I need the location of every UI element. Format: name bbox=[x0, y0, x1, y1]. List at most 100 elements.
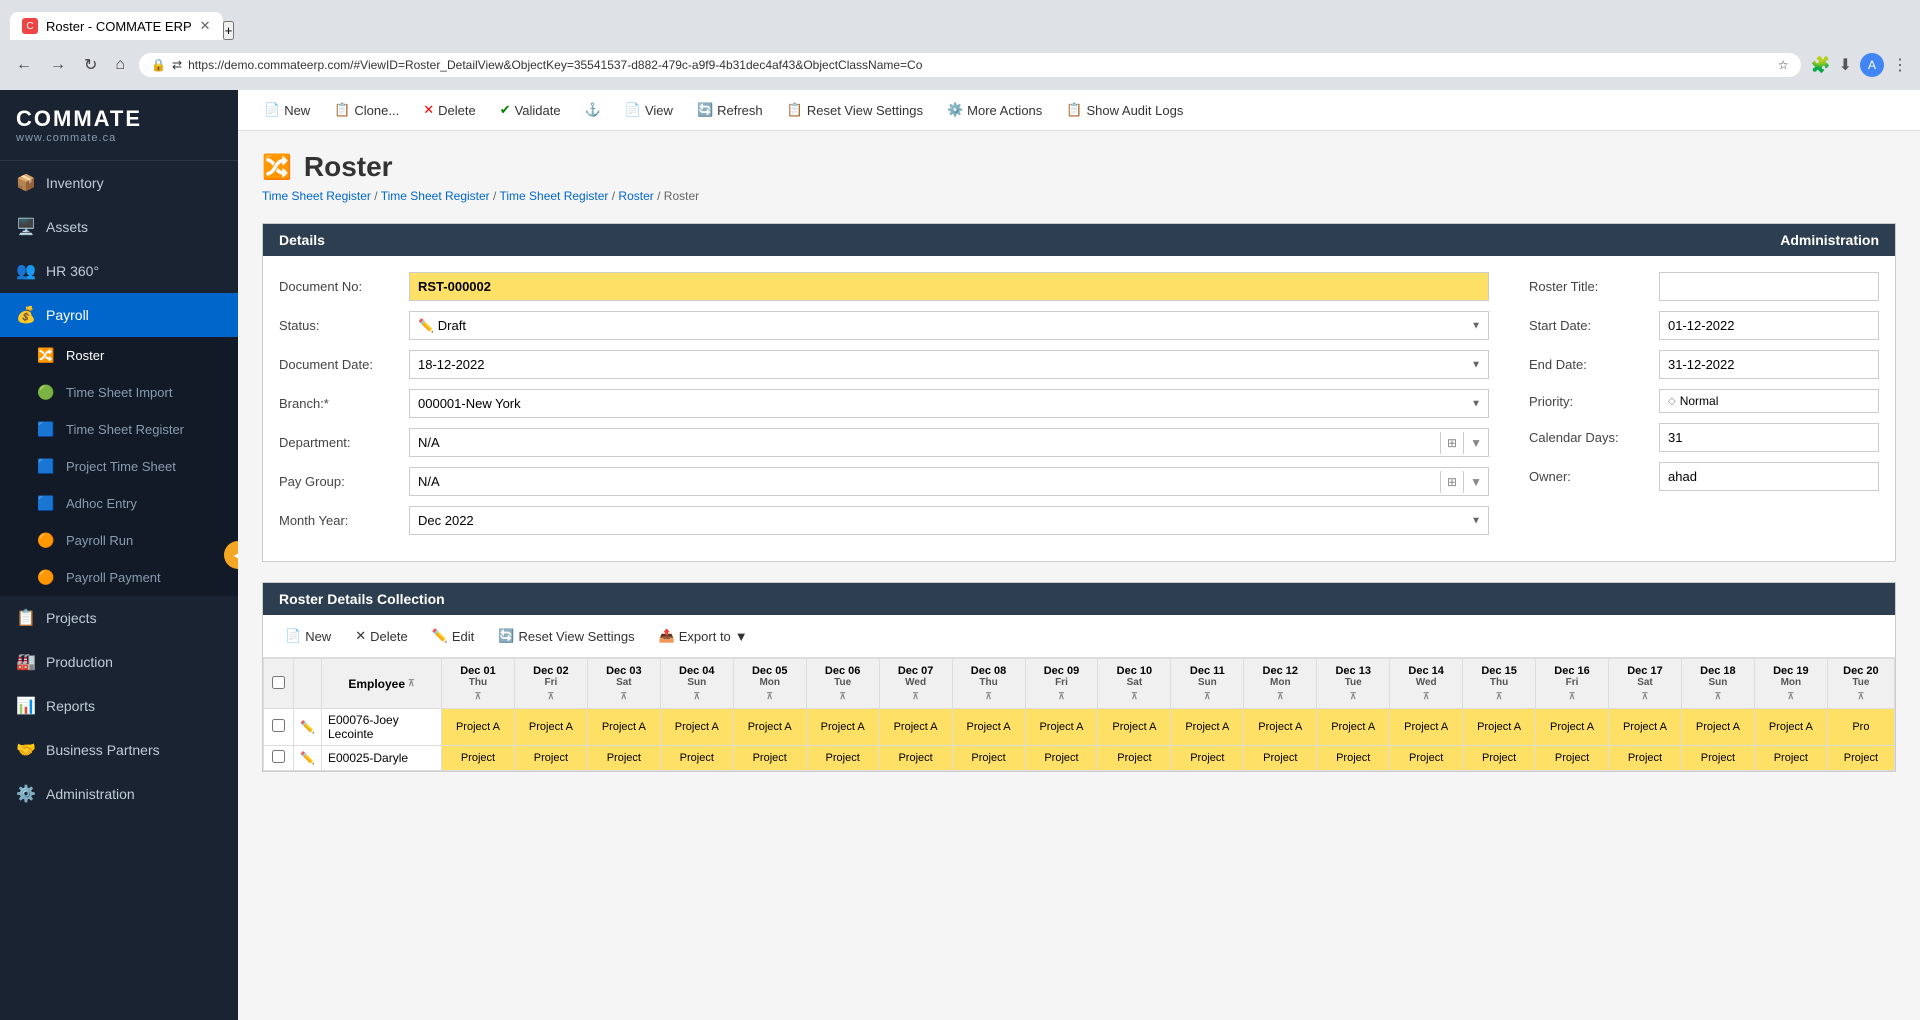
reload-button[interactable]: ↻ bbox=[80, 51, 101, 79]
sidebar-item-production[interactable]: 🏭 Production bbox=[0, 640, 238, 684]
collection-reset-button[interactable]: 🔄 Reset View Settings bbox=[488, 623, 644, 649]
select-all-checkbox[interactable] bbox=[272, 676, 285, 689]
header-dec06[interactable]: Dec 06 Tue ⊼ bbox=[806, 659, 879, 709]
start-date-input[interactable] bbox=[1659, 311, 1879, 340]
project-cell[interactable]: Project A bbox=[514, 709, 587, 746]
project-cell[interactable]: Project A bbox=[1244, 709, 1317, 746]
dec07-sort-icon[interactable]: ⊼ bbox=[912, 691, 919, 701]
sidebar-sub-item-payroll-run[interactable]: 🟠 Payroll Run bbox=[0, 522, 238, 559]
header-dec18[interactable]: Dec 18 Sun ⊼ bbox=[1681, 659, 1754, 709]
doc-no-input[interactable] bbox=[409, 272, 1489, 301]
project-cell[interactable]: Project bbox=[879, 746, 952, 771]
new-tab-button[interactable]: + bbox=[223, 21, 235, 40]
project-cell[interactable]: Project A bbox=[879, 709, 952, 746]
project-cell[interactable]: Project bbox=[1681, 746, 1754, 771]
project-cell[interactable]: Project A bbox=[1463, 709, 1536, 746]
header-dec12[interactable]: Dec 12 Mon ⊼ bbox=[1244, 659, 1317, 709]
project-cell[interactable]: Project A bbox=[1317, 709, 1390, 746]
sidebar-item-inventory[interactable]: 📦 Inventory bbox=[0, 161, 238, 205]
dec08-sort-icon[interactable]: ⊼ bbox=[985, 691, 992, 701]
header-dec20[interactable]: Dec 20 Tue ⊼ bbox=[1827, 659, 1894, 709]
header-employee[interactable]: Employee ⊼ bbox=[322, 659, 442, 709]
project-cell[interactable]: Project A bbox=[660, 709, 733, 746]
header-dec19[interactable]: Dec 19 Mon ⊼ bbox=[1754, 659, 1827, 709]
owner-input[interactable] bbox=[1659, 462, 1879, 491]
sidebar-sub-item-timesheet-register[interactable]: 🟦 Time Sheet Register bbox=[0, 411, 238, 448]
header-select-all[interactable] bbox=[264, 659, 294, 709]
sidebar-sub-item-roster[interactable]: 🔀 Roster bbox=[0, 337, 238, 374]
month-year-select[interactable]: Dec 2022 bbox=[409, 506, 1489, 535]
reset-view-button[interactable]: 📋 Reset View Settings bbox=[777, 96, 933, 124]
dec18-sort-icon[interactable]: ⊼ bbox=[1715, 691, 1722, 701]
collection-edit-button[interactable]: ✏️ Edit bbox=[422, 623, 485, 649]
project-cell[interactable]: Project bbox=[1390, 746, 1463, 771]
header-dec09[interactable]: Dec 09 Fri ⊼ bbox=[1025, 659, 1098, 709]
project-cell[interactable]: Project A bbox=[1025, 709, 1098, 746]
profile-button[interactable]: A bbox=[1860, 53, 1884, 77]
sidebar-item-business-partners[interactable]: 🤝 Business Partners bbox=[0, 728, 238, 772]
sidebar-item-reports[interactable]: 📊 Reports bbox=[0, 684, 238, 728]
more-actions-button[interactable]: ⚙️ More Actions bbox=[937, 96, 1052, 124]
header-dec15[interactable]: Dec 15 Thu ⊼ bbox=[1463, 659, 1536, 709]
project-cell[interactable]: Project bbox=[1025, 746, 1098, 771]
extensions-button[interactable]: 🧩 bbox=[1811, 55, 1831, 75]
header-dec07[interactable]: Dec 07 Wed ⊼ bbox=[879, 659, 952, 709]
dec01-sort-icon[interactable]: ⊼ bbox=[475, 691, 482, 701]
dec17-sort-icon[interactable]: ⊼ bbox=[1642, 691, 1649, 701]
dec04-sort-icon[interactable]: ⊼ bbox=[693, 691, 700, 701]
branch-select[interactable]: 000001-New York bbox=[409, 389, 1489, 418]
header-dec10[interactable]: Dec 10 Sat ⊼ bbox=[1098, 659, 1171, 709]
dec05-sort-icon[interactable]: ⊼ bbox=[766, 691, 773, 701]
project-cell[interactable]: Project A bbox=[1390, 709, 1463, 746]
header-dec04[interactable]: Dec 04 Sun ⊼ bbox=[660, 659, 733, 709]
dec19-sort-icon[interactable]: ⊼ bbox=[1788, 691, 1795, 701]
back-button[interactable]: ← bbox=[12, 52, 36, 78]
project-cell[interactable]: Project bbox=[1244, 746, 1317, 771]
sidebar-sub-item-project-timesheet[interactable]: 🟦 Project Time Sheet bbox=[0, 448, 238, 485]
breadcrumb-link-4[interactable]: Roster bbox=[618, 189, 653, 203]
roster-title-input[interactable] bbox=[1659, 272, 1879, 301]
pay-group-field-icon[interactable]: ⊞ bbox=[1440, 471, 1463, 493]
validate-button[interactable]: ✔ Validate bbox=[490, 96, 571, 124]
sidebar-item-payroll[interactable]: 💰 Payroll bbox=[0, 293, 238, 337]
breadcrumb-link-2[interactable]: Time Sheet Register bbox=[381, 189, 490, 203]
dec20-sort-icon[interactable]: ⊼ bbox=[1858, 691, 1865, 701]
pay-group-input[interactable] bbox=[410, 468, 1440, 495]
sidebar-item-assets[interactable]: 🖥️ Assets bbox=[0, 205, 238, 249]
end-date-input[interactable] bbox=[1659, 350, 1879, 379]
breadcrumb-link-3[interactable]: Time Sheet Register bbox=[499, 189, 608, 203]
project-cell[interactable]: Project A bbox=[1536, 709, 1609, 746]
dec09-sort-icon[interactable]: ⊼ bbox=[1058, 691, 1065, 701]
clone-button[interactable]: 📋 Clone... bbox=[324, 96, 409, 124]
sidebar-item-projects[interactable]: 📋 Projects bbox=[0, 596, 238, 640]
project-cell[interactable]: Project A bbox=[587, 709, 660, 746]
project-cell[interactable]: Project A bbox=[1098, 709, 1171, 746]
download-button[interactable]: ⬇ bbox=[1839, 55, 1852, 75]
collection-new-button[interactable]: 📄 New bbox=[275, 623, 341, 649]
dec13-sort-icon[interactable]: ⊼ bbox=[1350, 691, 1357, 701]
project-cell[interactable]: Project bbox=[1609, 746, 1682, 771]
dec12-sort-icon[interactable]: ⊼ bbox=[1277, 691, 1284, 701]
project-cell[interactable]: Project bbox=[1171, 746, 1244, 771]
collection-export-button[interactable]: 📤 Export to ▼ bbox=[649, 623, 758, 649]
active-tab[interactable]: C Roster - COMMATE ERP ✕ bbox=[10, 12, 223, 40]
project-cell[interactable]: Project bbox=[1754, 746, 1827, 771]
header-dec13[interactable]: Dec 13 Tue ⊼ bbox=[1317, 659, 1390, 709]
project-cell[interactable]: Project bbox=[1317, 746, 1390, 771]
row-edit-icon[interactable]: ✏️ bbox=[300, 720, 315, 734]
details-tab[interactable]: Details bbox=[263, 224, 341, 256]
view-button[interactable]: 📄 View bbox=[615, 96, 683, 124]
address-container[interactable]: 🔒 ⇄ https://demo.commateerp.com/#ViewID=… bbox=[139, 53, 1801, 77]
department-field-icon[interactable]: ⊞ bbox=[1440, 432, 1463, 454]
dec15-sort-icon[interactable]: ⊼ bbox=[1496, 691, 1503, 701]
project-cell[interactable]: Project bbox=[1463, 746, 1536, 771]
project-cell[interactable]: Project bbox=[514, 746, 587, 771]
anchor-button[interactable]: ⚓ bbox=[575, 96, 611, 124]
doc-date-select[interactable]: 18-12-2022 bbox=[409, 350, 1489, 379]
sidebar-sub-item-payroll-payment[interactable]: 🟠 Payroll Payment bbox=[0, 559, 238, 596]
admin-tab[interactable]: Administration bbox=[1764, 224, 1895, 256]
header-dec11[interactable]: Dec 11 Sun ⊼ bbox=[1171, 659, 1244, 709]
audit-logs-button[interactable]: 📋 Show Audit Logs bbox=[1056, 96, 1193, 124]
header-dec16[interactable]: Dec 16 Fri ⊼ bbox=[1536, 659, 1609, 709]
dec02-sort-icon[interactable]: ⊼ bbox=[548, 691, 555, 701]
